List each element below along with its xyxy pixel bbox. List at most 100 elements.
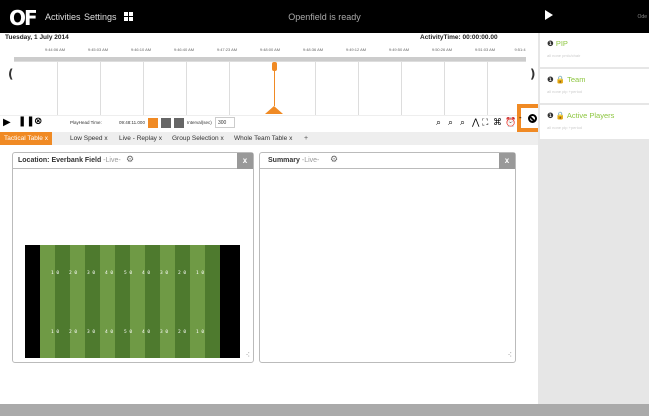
location-panel-title: Location: Everbank Field -Live-: [18, 157, 121, 164]
group-name: ❶ PIP: [547, 39, 568, 48]
resize-handle-icon[interactable]: ⠪: [508, 352, 512, 359]
group-name: ❶ 🔒 Team: [547, 75, 586, 84]
group-active-players[interactable]: ❶ 🔒 Active Players all none pip +period: [540, 105, 649, 139]
yard-label: 4 0: [105, 271, 114, 276]
tab-close-icon[interactable]: x: [104, 135, 107, 142]
yard-label: 2 0: [69, 330, 78, 335]
lock-icon[interactable]: 🔒: [556, 111, 565, 120]
timeline-forward-arrow[interactable]: ): [530, 67, 535, 81]
alarm-icon[interactable]: ⏰: [505, 117, 516, 129]
gear-icon[interactable]: ⚙: [330, 155, 338, 165]
yard-label: 4 0: [142, 271, 151, 276]
playhead-time-label: PlayHead Time:: [70, 120, 102, 125]
tick-label: 9:45:03 AM: [87, 47, 109, 52]
summary-panel: Summary -Live- ⚙ x ⠪: [259, 152, 516, 363]
play-icon[interactable]: ▶: [3, 117, 11, 128]
info-icon[interactable]: ❶: [547, 111, 554, 120]
ban-icon: [528, 114, 537, 123]
yard-label: 3 0: [87, 330, 96, 335]
group-filters[interactable]: all none pmlc/chair: [547, 53, 580, 58]
tab-close-icon[interactable]: x: [45, 135, 48, 142]
timeline-tick-labels: 9:44:06 AM 9:45:03 AM 9:46:10 AM 9:46:40…: [10, 47, 528, 57]
zoom-in-icon[interactable]: ⌕: [448, 117, 453, 129]
yard-label: 5 0: [124, 271, 133, 276]
yard-label: 4 0: [142, 330, 151, 335]
user-name[interactable]: Ode: [638, 14, 647, 20]
location-panel-header[interactable]: Location: Everbank Field -Live- ⚙ x: [13, 153, 253, 169]
lock-icon[interactable]: 🔒: [556, 75, 565, 84]
tab-bar: Tactical Table x Low Speed x Live - Repl…: [0, 132, 538, 145]
playhead-line: [274, 62, 275, 106]
sidebar-play-icon[interactable]: [545, 10, 553, 20]
live-indicator: -Live-: [103, 157, 121, 164]
tab-close-icon[interactable]: x: [289, 135, 292, 142]
caret-up-icon[interactable]: ⋀: [472, 117, 479, 129]
tick-label: 9:48:00 AM: [259, 47, 281, 52]
tick-label: 9:49:12 AM: [345, 47, 367, 52]
yard-label: 2 0: [178, 330, 187, 335]
group-filters[interactable]: all none pip +period: [547, 125, 582, 130]
interval-input[interactable]: [215, 117, 235, 128]
group-filters[interactable]: all none pip +period: [547, 89, 582, 94]
collapse-icon[interactable]: ⌘: [493, 117, 502, 129]
yard-label: 2 0: [178, 271, 187, 276]
info-icon[interactable]: ❶: [547, 75, 554, 84]
tick-label: 9:50:26 AM: [431, 47, 453, 52]
tick-label: 9:51:03 AM: [474, 47, 496, 52]
tick-label: 9:46:10 AM: [130, 47, 152, 52]
tab-tactical-table[interactable]: Tactical Table x: [0, 132, 52, 145]
group-pip[interactable]: ❶ PIP all none pmlc/chair: [540, 33, 649, 67]
activity-time: ActivityTime: 00:00:00.00: [420, 34, 498, 41]
step-orange-button[interactable]: [148, 118, 158, 128]
zoom-search-icon[interactable]: ⌕: [436, 117, 441, 129]
yard-label: 1 0: [196, 330, 205, 335]
expand-icon[interactable]: ⛶: [482, 117, 488, 129]
tab-close-icon[interactable]: x: [220, 135, 223, 142]
tick-label: 9:48:36 AM: [302, 47, 324, 52]
group-team[interactable]: ❶ 🔒 Team all none pip +period: [540, 69, 649, 103]
group-name: ❶ 🔒 Active Players: [547, 111, 615, 120]
info-icon[interactable]: ❶: [547, 39, 554, 48]
tab-live-replay[interactable]: Live - Replay x: [115, 132, 166, 145]
summary-panel-header[interactable]: Summary -Live- ⚙ x: [260, 153, 515, 169]
workspace: Location: Everbank Field -Live- ⚙ x 1 0 …: [0, 145, 538, 404]
sidebar: ❶ PIP all none pmlc/chair ❶ 🔒 Team all n…: [538, 33, 649, 404]
pause-icon[interactable]: ❚❚: [18, 116, 35, 127]
close-panel-button[interactable]: x: [237, 153, 253, 169]
playhead-marker[interactable]: [265, 106, 283, 114]
app-root: OF Activities Settings Openfield is read…: [0, 0, 649, 416]
bottom-bar: [0, 404, 649, 416]
yard-label: 3 0: [160, 330, 169, 335]
tab-close-icon[interactable]: x: [159, 135, 162, 142]
close-panel-button[interactable]: x: [499, 153, 515, 169]
tab-low-speed[interactable]: Low Speed x: [66, 132, 112, 145]
gear-icon[interactable]: ⚙: [126, 155, 134, 165]
yard-label: 1 0: [51, 330, 60, 335]
tab-whole-team-table[interactable]: Whole Team Table x: [230, 132, 296, 145]
timeline-date: Tuesday, 1 July 2014: [5, 34, 69, 41]
minus-icon: -: [519, 113, 522, 122]
timeline-back-arrow[interactable]: (: [8, 67, 13, 81]
add-tab-button[interactable]: +: [304, 132, 308, 145]
step-back-button[interactable]: [161, 118, 171, 128]
tick-label: 9:44:06 AM: [44, 47, 66, 52]
tick-label: 9:51:4: [514, 47, 526, 52]
tab-group-selection[interactable]: Group Selection x: [168, 132, 228, 145]
yard-label: 1 0: [196, 271, 205, 276]
top-bar: OF Activities Settings Openfield is read…: [0, 0, 649, 33]
football-field[interactable]: 1 0 2 0 3 0 4 0 5 0 4 0 3 0 2 0 1 0 1 0 …: [25, 245, 240, 358]
yard-label: 3 0: [87, 271, 96, 276]
yard-label: 4 0: [105, 330, 114, 335]
step-forward-button[interactable]: [174, 118, 184, 128]
zoom-out-icon[interactable]: ⌕: [460, 117, 465, 129]
resize-handle-icon[interactable]: ⠪: [246, 352, 250, 359]
yard-label: 1 0: [51, 271, 60, 276]
playhead-time-value[interactable]: 09:48:11.000: [119, 120, 145, 125]
tick-label: 9:49:50 AM: [388, 47, 410, 52]
summary-panel-title: Summary -Live-: [268, 157, 320, 164]
yard-label: 5 0: [124, 330, 133, 335]
tick-label: 9:46:40 AM: [173, 47, 195, 52]
stop-icon[interactable]: ⊗: [34, 116, 42, 127]
playback-controls: ▶ ❚❚ ⊗ PlayHead Time: 09:48:11.000 Inter…: [0, 115, 538, 131]
live-indicator: -Live-: [301, 157, 320, 164]
